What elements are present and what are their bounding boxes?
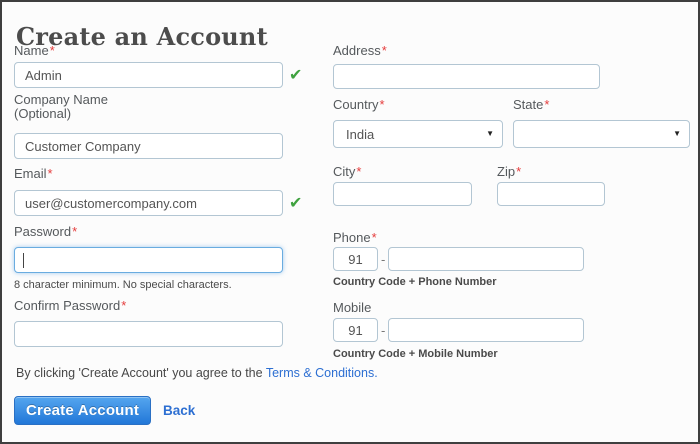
required-asterisk: * [380,97,385,112]
zip-label: Zip* [497,165,521,179]
country-select-wrap: India ▼ [333,120,503,148]
email-label: Email* [14,167,53,181]
phone-separator: - [381,252,385,267]
address-label: Address* [333,44,387,58]
state-select[interactable] [513,120,690,148]
address-input[interactable] [333,64,600,89]
required-asterisk: * [382,43,387,58]
confirm-password-input[interactable] [14,321,283,347]
required-asterisk: * [72,224,77,239]
zip-input[interactable] [497,182,605,206]
mobile-label: Mobile [333,301,371,315]
password-input[interactable] [14,247,283,273]
country-select[interactable]: India [333,120,503,148]
required-asterisk: * [356,164,361,179]
terms-agreement-text: By clicking 'Create Account' you agree t… [16,366,378,380]
mobile-hint: Country Code + Mobile Number [333,348,498,360]
required-asterisk: * [50,43,55,58]
valid-check-icon: ✔ [289,196,302,212]
password-hint: 8 character minimum. No special characte… [14,279,232,291]
valid-check-icon: ✔ [289,68,302,84]
phone-hint: Country Code + Phone Number [333,276,497,288]
mobile-country-code-input[interactable] [333,318,378,342]
back-link[interactable]: Back [163,403,195,418]
terms-and-conditions-link[interactable]: Terms & Conditions. [266,366,378,380]
required-asterisk: * [121,298,126,313]
text-caret [23,253,24,268]
required-asterisk: * [48,166,53,181]
city-label: City* [333,165,361,179]
name-label: Name* [14,44,55,58]
phone-country-code-input[interactable] [333,247,378,271]
create-account-button[interactable]: Create Account [14,396,151,425]
required-asterisk: * [516,164,521,179]
state-label: State* [513,98,549,112]
city-input[interactable] [333,182,472,206]
required-asterisk: * [372,230,377,245]
name-input[interactable] [14,62,283,88]
mobile-number-input[interactable] [388,318,584,342]
company-name-label: Company Name(Optional) [14,93,108,121]
create-account-window: Create an Account Name* ✔ Company Name(O… [0,0,700,444]
mobile-separator: - [381,323,385,338]
state-select-wrap: ▼ [513,120,690,148]
email-input[interactable] [14,190,283,216]
required-asterisk: * [544,97,549,112]
phone-number-input[interactable] [388,247,584,271]
phone-label: Phone* [333,231,377,245]
password-label: Password* [14,225,77,239]
country-label: Country* [333,98,385,112]
confirm-password-label: Confirm Password* [14,299,126,313]
company-name-input[interactable] [14,133,283,159]
